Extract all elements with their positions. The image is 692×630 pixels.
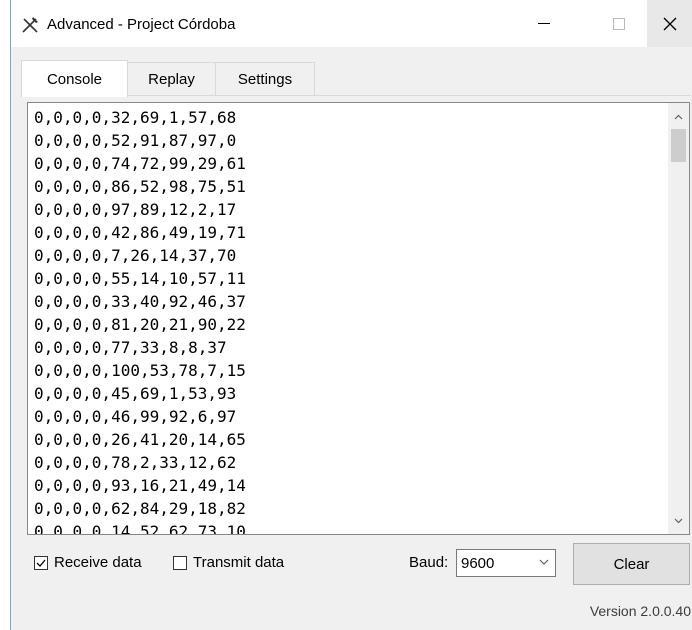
console-line: 0,0,0,0,14,52,62,73,10 [34,522,246,535]
minimize-icon [538,23,550,24]
close-button[interactable] [647,0,692,47]
transmit-data-checkbox[interactable] [173,556,187,570]
transmit-data-label[interactable]: Transmit data [193,554,284,571]
baud-select[interactable]: 9600 [456,549,556,577]
console-line: 0,0,0,0,86,52,98,75,51 [34,177,246,196]
tools-icon [22,17,38,33]
vertical-scrollbar[interactable] [668,103,689,534]
console-line: 0,0,0,0,97,89,12,2,17 [34,200,237,219]
maximize-icon [613,17,625,30]
console-line: 0,0,0,0,78,2,33,12,62 [34,453,237,472]
close-icon [663,17,676,30]
scroll-thumb[interactable] [671,129,686,162]
console-output[interactable]: 0,0,0,0,32,69,1,57,68 0,0,0,0,52,91,87,97… [27,102,690,535]
console-line: 0,0,0,0,42,86,49,19,71 [34,223,246,242]
console-line: 0,0,0,0,93,16,21,49,14 [34,476,246,495]
console-line: 0,0,0,0,100,53,78,7,15 [34,361,246,380]
clear-button[interactable]: Clear [573,543,690,585]
app-window: Advanced - Project Córdoba Console Repla… [10,0,692,630]
tab-console[interactable]: Console [21,60,128,97]
receive-data-checkbox[interactable] [34,556,48,570]
chevron-down-icon [674,518,683,523]
baud-label: Baud: [409,554,449,571]
console-line: 0,0,0,0,33,40,92,46,37 [34,292,246,311]
tab-replay[interactable]: Replay [127,62,216,96]
baud-value: 9600 [461,555,495,572]
console-line: 0,0,0,0,32,69,1,57,68 [34,108,237,127]
console-line: 0,0,0,0,81,20,21,90,22 [34,315,246,334]
tab-settings[interactable]: Settings [215,62,315,96]
control-bar: Receive data Transmit data Baud: 9600 Cl… [11,541,692,585]
scroll-up-button[interactable] [668,106,689,127]
console-line: 0,0,0,0,55,14,10,57,11 [34,269,246,288]
console-line: 0,0,0,0,52,91,87,97,0 [34,131,237,150]
title-bar[interactable]: Advanced - Project Córdoba [11,0,692,47]
scroll-down-button[interactable] [668,510,689,531]
chevron-up-icon [674,114,683,119]
minimize-button[interactable] [521,0,567,47]
console-lines: 0,0,0,0,32,69,1,57,68 0,0,0,0,52,91,87,97… [34,106,664,535]
console-line: 0,0,0,0,77,33,8,8,37 [34,338,227,357]
tab-bar: Console Replay Settings [11,60,692,97]
version-label: Version 2.0.0.40 [589,603,691,619]
console-line: 0,0,0,0,26,41,20,14,65 [34,430,246,449]
maximize-button[interactable] [596,0,642,47]
chevron-down-icon [539,559,549,565]
console-line: 0,0,0,0,62,84,29,18,82 [34,499,246,518]
console-line: 0,0,0,0,7,26,14,37,70 [34,246,237,265]
console-line: 0,0,0,0,45,69,1,53,93 [34,384,237,403]
console-line: 0,0,0,0,46,99,92,6,97 [34,407,237,426]
window-title: Advanced - Project Córdoba [47,16,236,33]
checkmark-icon [36,559,46,567]
console-line: 0,0,0,0,74,72,99,29,61 [34,154,246,173]
receive-data-label[interactable]: Receive data [54,554,142,571]
